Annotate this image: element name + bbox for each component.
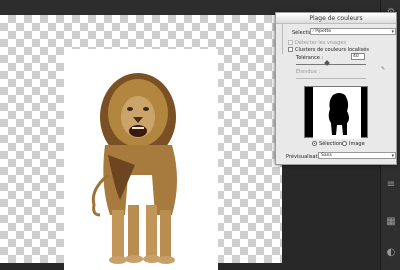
view-selection-radio[interactable]	[312, 141, 317, 146]
chevron-down-icon: ▾	[391, 29, 394, 35]
tolerance-input[interactable]: 40	[351, 53, 365, 60]
lion-image	[80, 65, 200, 270]
color-range-dialog: Plage de couleurs Sélection : ⁄ Pipette …	[275, 12, 397, 165]
preview-dropdown[interactable]: Sans ▾	[318, 152, 396, 159]
localized-clusters-checkbox[interactable]	[288, 47, 293, 52]
detect-faces-label: Détecter les visages	[295, 40, 346, 46]
tolerance-label: Tolérance :	[296, 55, 324, 61]
tolerance-slider-knob[interactable]	[324, 60, 330, 66]
dialog-side-strip	[276, 24, 283, 54]
document-canvas[interactable]	[0, 15, 282, 270]
view-image-label: Image	[349, 141, 365, 147]
range-label: Étendue :	[296, 69, 321, 75]
tolerance-slider[interactable]	[296, 60, 366, 66]
lion-illustration	[91, 73, 177, 264]
view-image-radio[interactable]	[342, 141, 347, 146]
selection-value: Pipette	[315, 29, 331, 34]
panel-icon-4[interactable]: ▦	[384, 215, 398, 229]
preview-value: Sans	[321, 153, 332, 158]
panel-icon-3[interactable]: ≡	[384, 178, 398, 192]
panel-icon-5[interactable]: ◐	[384, 246, 398, 260]
chevron-down-icon: ▾	[391, 153, 394, 159]
preview-lion-silhouette	[328, 93, 349, 135]
range-slider	[296, 78, 366, 79]
selection-dropdown[interactable]: ⁄ Pipette ▾	[310, 28, 396, 35]
dialog-title: Plage de couleurs	[276, 13, 396, 24]
selection-preview	[304, 86, 368, 139]
view-selection-label: Sélection	[319, 141, 343, 147]
eyedropper-icon[interactable]: ✎	[381, 66, 385, 72]
